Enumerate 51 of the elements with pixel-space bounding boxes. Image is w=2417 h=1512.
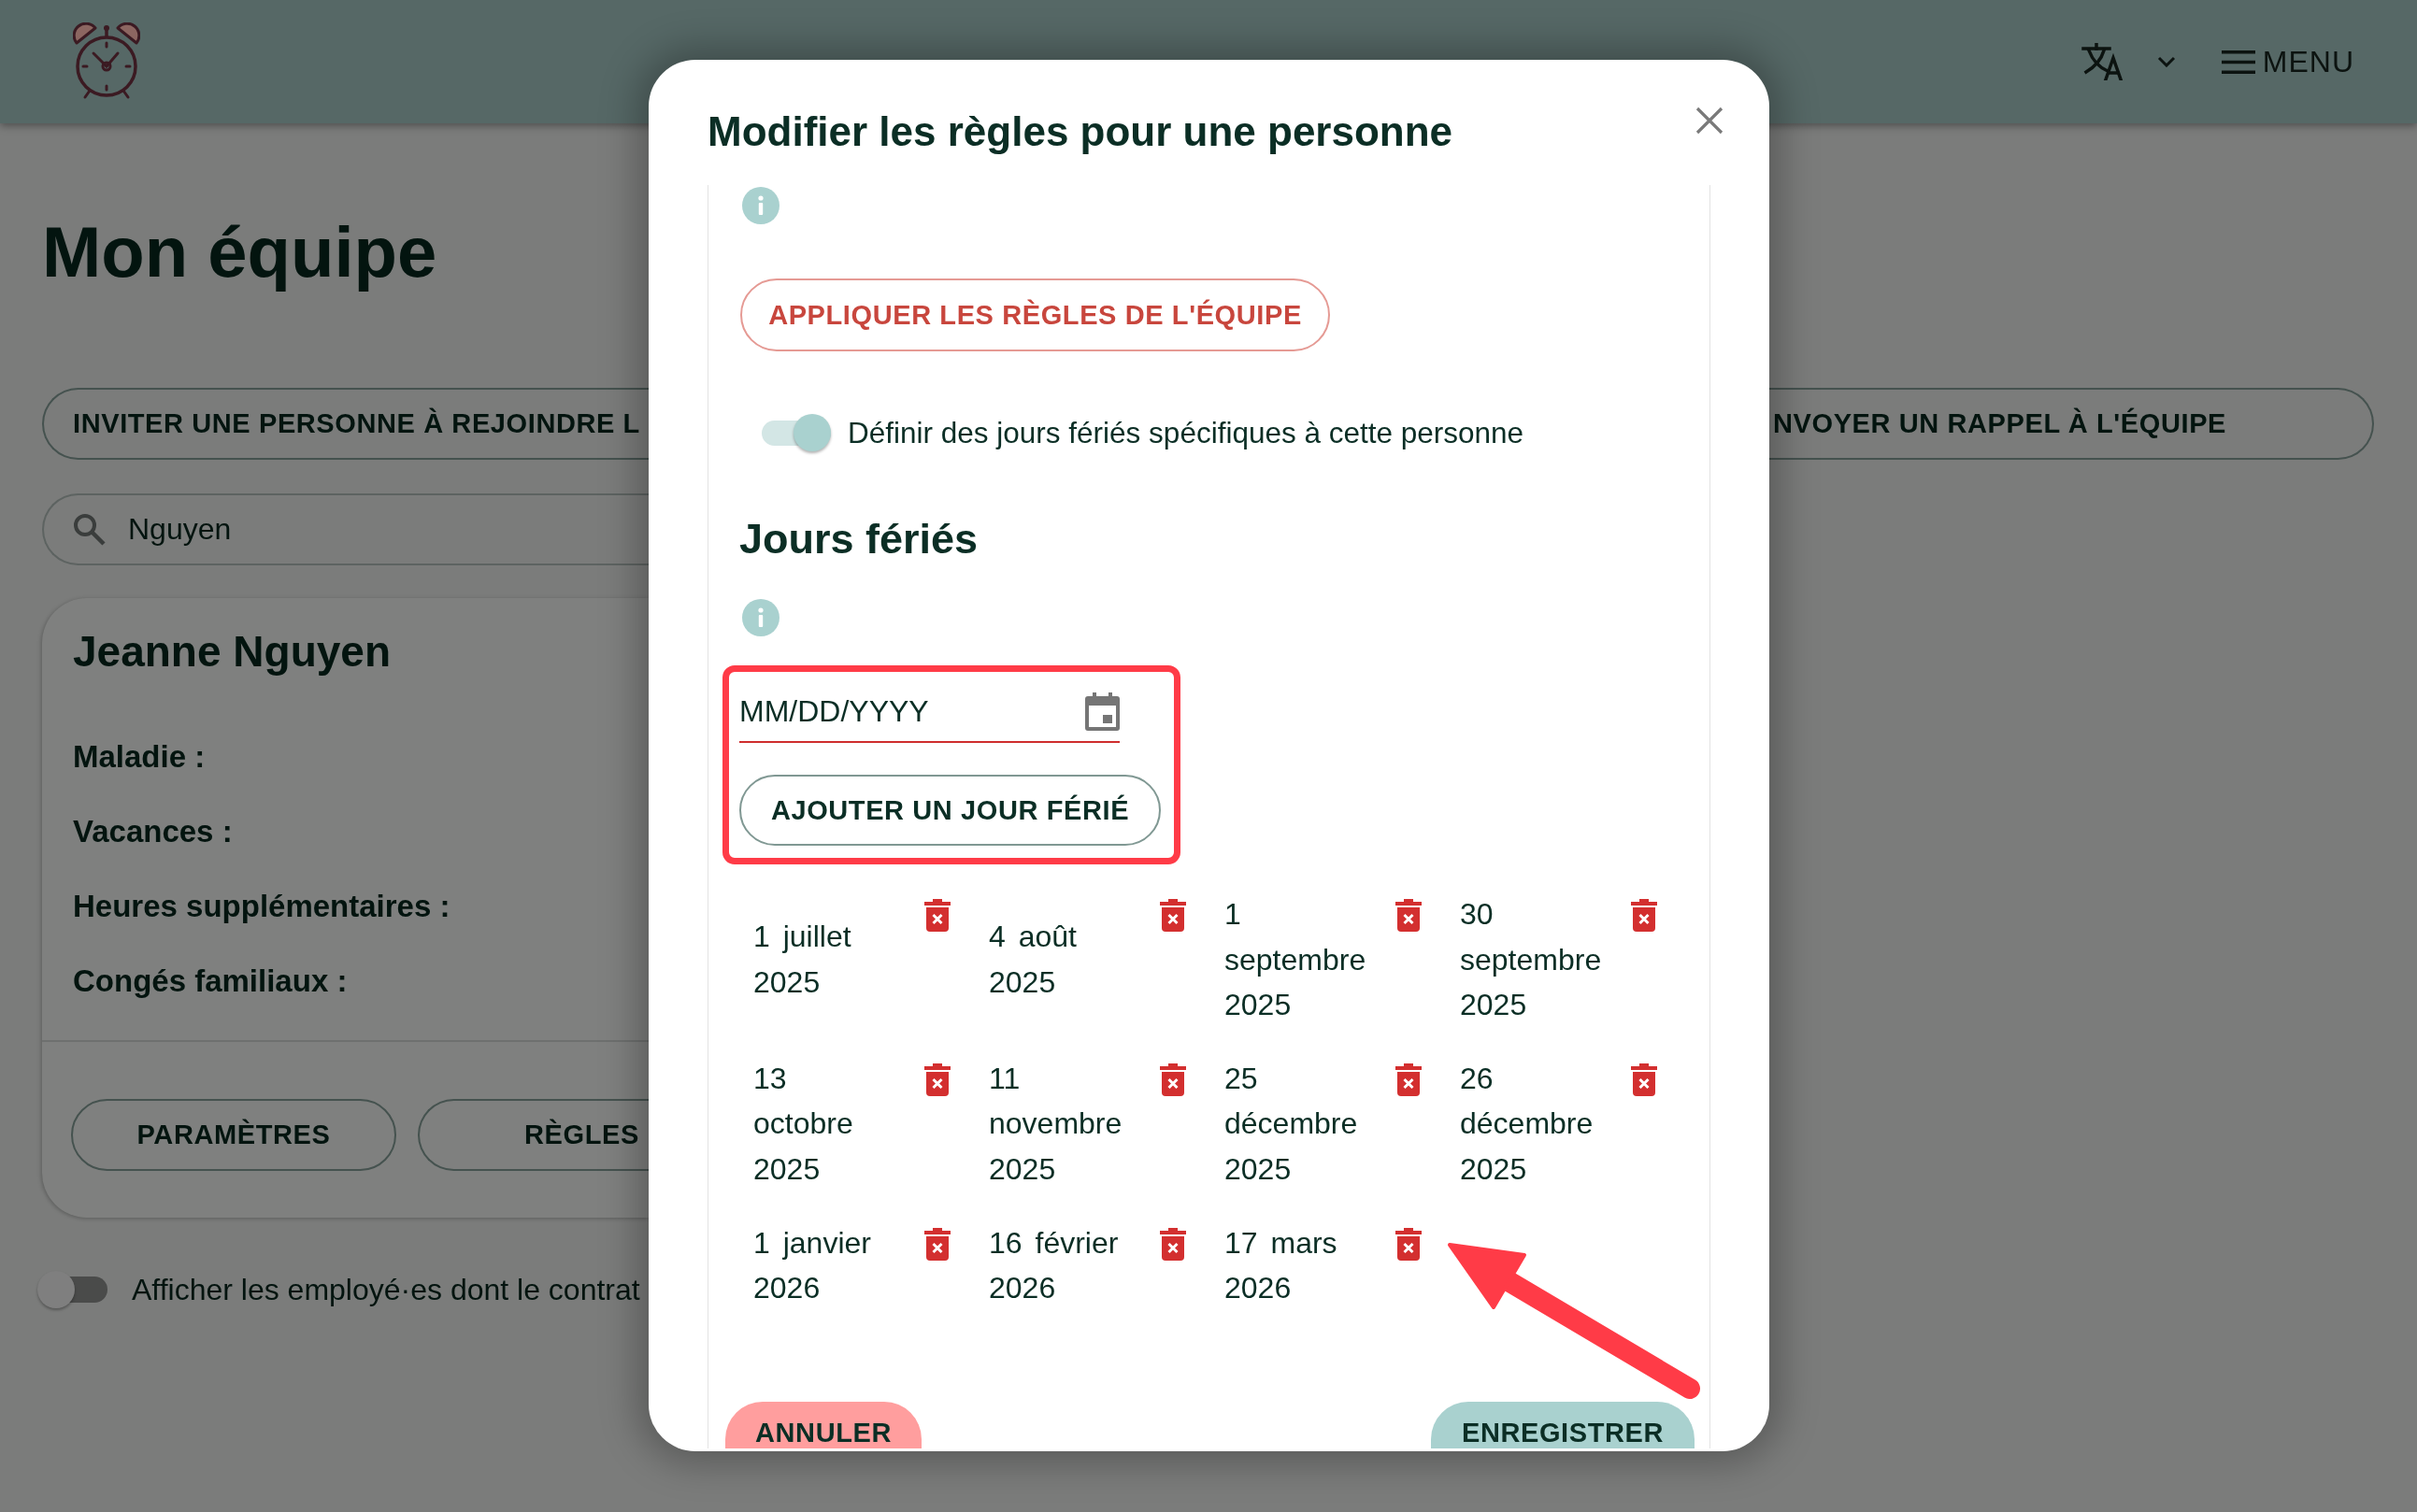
holiday-date: 1 septembre 2025: [1224, 896, 1367, 1024]
trash-icon[interactable]: [1159, 1227, 1186, 1261]
dialog-title: Modifier les règles pour une personne: [708, 107, 1453, 156]
language-selector[interactable]: [2081, 43, 2176, 80]
caret-icon: [2156, 56, 2176, 67]
trash-icon[interactable]: [1159, 899, 1186, 932]
field-label: Vacances :: [73, 813, 233, 850]
member-name: Jeanne Nguyen: [73, 626, 391, 678]
holiday-date: 11 novembre 2025: [989, 1060, 1123, 1188]
trash-icon[interactable]: [1394, 1063, 1422, 1096]
toggle-label: Afficher les employé·es dont le contrat: [132, 1272, 640, 1307]
save-button[interactable]: ENREGISTRER: [1431, 1401, 1695, 1448]
trash-icon[interactable]: [1394, 899, 1422, 932]
search-field[interactable]: Nguyen: [42, 493, 649, 565]
trash-icon[interactable]: [1159, 1063, 1186, 1096]
close-icon[interactable]: [1695, 107, 1723, 135]
field-label: Heures supplémentaires :: [73, 888, 451, 925]
settings-button[interactable]: PARAMÈTRES: [71, 1099, 396, 1171]
menu-icon: [2221, 50, 2255, 74]
cancel-button[interactable]: ANNULER: [725, 1401, 922, 1448]
trash-icon[interactable]: [923, 1063, 951, 1096]
alarm-clock-icon: [73, 22, 140, 101]
toggle-switch[interactable]: [37, 1271, 107, 1308]
search-icon: [73, 513, 106, 546]
trash-icon[interactable]: [1630, 1063, 1657, 1096]
holiday-date: 4 août 2025: [989, 919, 1078, 1001]
translate-icon: [2081, 43, 2124, 80]
holiday-date: 17 mars 2026: [1224, 1224, 1338, 1307]
holiday-date: 1 juillet 2025: [753, 919, 852, 1001]
trash-icon[interactable]: [923, 1227, 951, 1261]
trash-icon[interactable]: [1630, 899, 1657, 932]
holiday-date: 30 septembre 2025: [1460, 896, 1603, 1024]
holiday-date: 13 octobre 2025: [753, 1060, 854, 1188]
invite-button[interactable]: INVITER UNE PERSONNE À REJOINDRE L: [42, 388, 649, 460]
field-label: Congés familiaux :: [73, 963, 348, 1000]
page-title: Mon équipe: [42, 211, 437, 293]
reminder-button[interactable]: NVOYER UN RAPPEL À L'ÉQUIPE: [1769, 388, 2374, 460]
holiday-date: 16 février 2026: [989, 1224, 1120, 1307]
trash-icon[interactable]: [923, 899, 951, 932]
calendar-icon[interactable]: [1085, 692, 1120, 731]
add-holiday-button[interactable]: AJOUTER UN JOUR FÉRIÉ: [739, 775, 1161, 846]
holiday-date: 25 décembre 2025: [1224, 1060, 1359, 1188]
menu-button[interactable]: MENU: [2221, 44, 2354, 79]
field-label: Maladie :: [73, 738, 206, 776]
holiday-date: 1 janvier 2026: [753, 1224, 872, 1307]
toggle-label: Définir des jours fériés spécifiques à cette personne: [848, 415, 1524, 450]
trash-icon[interactable]: [1394, 1227, 1422, 1261]
toggle-switch[interactable]: [761, 414, 831, 451]
holiday-date: 26 décembre 2025: [1460, 1060, 1595, 1188]
apply-team-rules-button[interactable]: APPLIQUER LES RÈGLES DE L'ÉQUIPE: [740, 278, 1330, 351]
section-heading: Jours fériés: [739, 514, 979, 564]
